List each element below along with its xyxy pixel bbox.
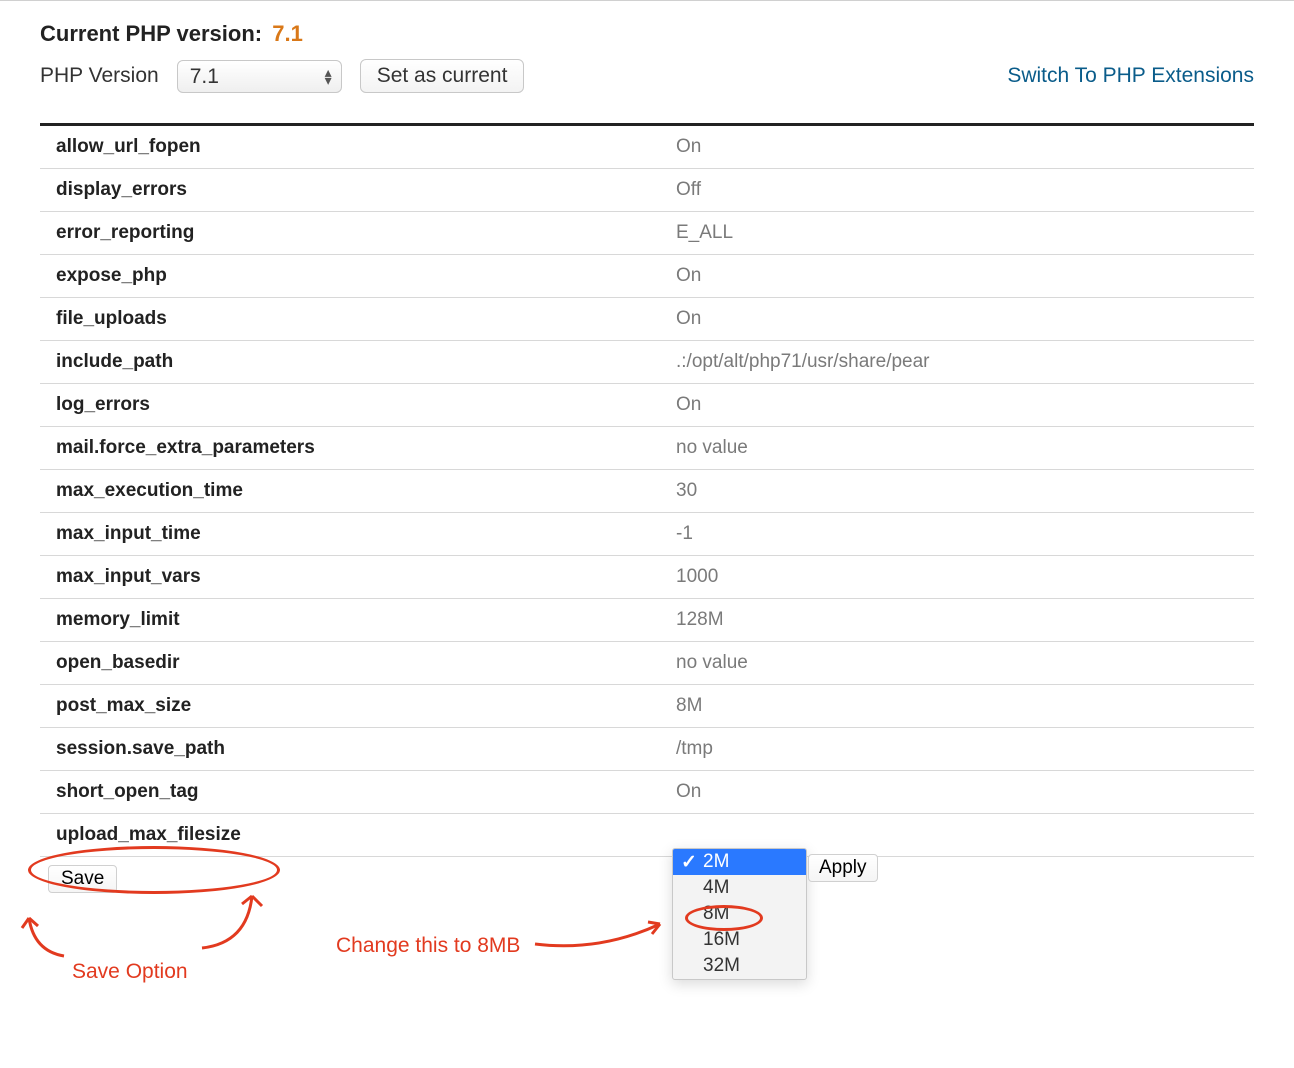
setting-name: session.save_path	[56, 738, 676, 760]
setting-name: post_max_size	[56, 695, 676, 717]
dropdown-option-4M[interactable]: 4M	[673, 875, 806, 901]
annotation-text-change: Change this to 8MB	[336, 934, 520, 958]
php-version-select[interactable]: 7.1	[177, 60, 342, 93]
current-php-version: Current PHP version: 7.1	[40, 21, 1254, 47]
setting-row-post_max_size: post_max_size8M	[40, 685, 1254, 728]
setting-value[interactable]: E_ALL	[676, 222, 733, 244]
apply-button[interactable]: Apply	[808, 854, 878, 882]
setting-value[interactable]: On	[676, 394, 701, 416]
setting-row-file_uploads: file_uploadsOn	[40, 298, 1254, 341]
setting-row-max_input_time: max_input_time-1	[40, 513, 1254, 556]
setting-name: display_errors	[56, 179, 676, 201]
set-as-current-button[interactable]: Set as current	[360, 59, 525, 93]
setting-name: allow_url_fopen	[56, 136, 676, 158]
setting-value[interactable]: Off	[676, 179, 701, 201]
setting-row-display_errors: display_errorsOff	[40, 169, 1254, 212]
setting-row-include_path: include_path.:/opt/alt/php71/usr/share/p…	[40, 341, 1254, 384]
setting-value[interactable]: 8M	[676, 695, 702, 717]
setting-name: file_uploads	[56, 308, 676, 330]
setting-name: error_reporting	[56, 222, 676, 244]
setting-value[interactable]: -1	[676, 523, 693, 545]
setting-row-mail.force_extra_parameters: mail.force_extra_parametersno value	[40, 427, 1254, 470]
annotation-arrow-save	[14, 906, 74, 966]
dropdown-option-32M[interactable]: 32M	[673, 953, 806, 979]
php-version-label: PHP Version	[40, 64, 159, 88]
setting-value[interactable]: .:/opt/alt/php71/usr/share/pear	[676, 351, 930, 373]
save-button[interactable]: Save	[48, 865, 117, 893]
setting-name: max_execution_time	[56, 480, 676, 502]
setting-value[interactable]: no value	[676, 437, 748, 459]
setting-row-open_basedir: open_basedirno value	[40, 642, 1254, 685]
setting-row-upload_max_filesize: upload_max_filesize	[40, 814, 1254, 857]
annotation-arrow-8m	[530, 914, 670, 954]
setting-name: include_path	[56, 351, 676, 373]
setting-row-max_input_vars: max_input_vars1000	[40, 556, 1254, 599]
setting-value[interactable]: no value	[676, 652, 748, 674]
setting-row-log_errors: log_errorsOn	[40, 384, 1254, 427]
php-version-select-wrap[interactable]: 7.1 ▴▾	[177, 60, 342, 93]
annotation-arrow-upload	[192, 888, 272, 954]
dropdown-option-16M[interactable]: 16M	[673, 927, 806, 953]
setting-row-short_open_tag: short_open_tagOn	[40, 771, 1254, 814]
setting-name: short_open_tag	[56, 781, 676, 803]
setting-name: memory_limit	[56, 609, 676, 631]
setting-value[interactable]: On	[676, 265, 701, 287]
setting-value[interactable]: 128M	[676, 609, 724, 631]
setting-value[interactable]: /tmp	[676, 738, 713, 760]
dropdown-option-2M[interactable]: 2M	[673, 849, 806, 875]
current-version-label: Current PHP version:	[40, 21, 262, 46]
upload-max-filesize-dropdown[interactable]: 2M4M8M16M32M	[672, 848, 807, 980]
annotation-text-save: Save Option	[72, 960, 188, 984]
setting-value[interactable]: 1000	[676, 566, 718, 588]
setting-name: max_input_time	[56, 523, 676, 545]
setting-name: expose_php	[56, 265, 676, 287]
switch-to-extensions-link[interactable]: Switch To PHP Extensions	[1007, 64, 1254, 88]
php-settings-table: allow_url_fopenOndisplay_errorsOfferror_…	[40, 123, 1254, 857]
setting-name: max_input_vars	[56, 566, 676, 588]
setting-value[interactable]: 30	[676, 480, 697, 502]
setting-row-max_execution_time: max_execution_time30	[40, 470, 1254, 513]
setting-row-session.save_path: session.save_path/tmp	[40, 728, 1254, 771]
setting-name: log_errors	[56, 394, 676, 416]
setting-row-expose_php: expose_phpOn	[40, 255, 1254, 298]
setting-value[interactable]: On	[676, 781, 701, 803]
setting-name: mail.force_extra_parameters	[56, 437, 676, 459]
setting-name: open_basedir	[56, 652, 676, 674]
dropdown-option-8M[interactable]: 8M	[673, 901, 806, 927]
current-version-value: 7.1	[272, 21, 303, 46]
setting-value[interactable]: On	[676, 136, 701, 158]
setting-value[interactable]: On	[676, 308, 701, 330]
setting-row-allow_url_fopen: allow_url_fopenOn	[40, 126, 1254, 169]
setting-row-memory_limit: memory_limit128M	[40, 599, 1254, 642]
setting-row-error_reporting: error_reportingE_ALL	[40, 212, 1254, 255]
setting-name: upload_max_filesize	[56, 824, 676, 846]
